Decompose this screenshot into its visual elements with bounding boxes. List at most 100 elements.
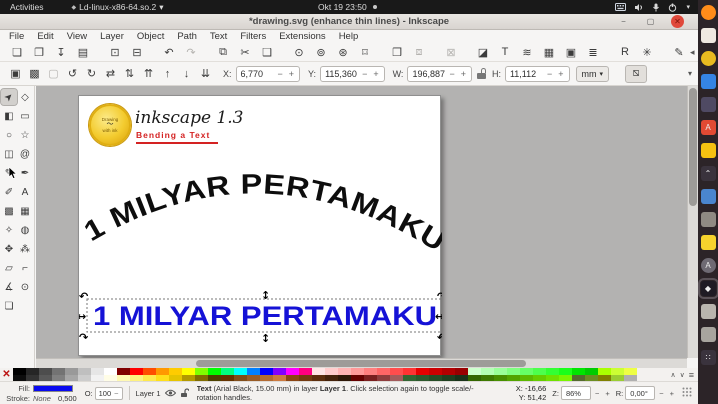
shape-builder-tool[interactable]: ◧ (1, 108, 17, 124)
zoom-drawing-icon[interactable]: ⊚ (310, 44, 332, 60)
scale-stroke-toggle[interactable]: ⧅ (625, 65, 647, 83)
w-increment-button[interactable]: + (458, 69, 469, 79)
menu-item[interactable]: Filters (240, 31, 266, 42)
system-tray[interactable]: ▾ (615, 3, 690, 12)
minimize-button[interactable]: − (617, 15, 630, 28)
rotate-handle-tl-icon[interactable]: ↶ (79, 290, 88, 303)
layers-dialog-icon[interactable]: ≣ (582, 44, 604, 60)
lower-to-bottom-icon[interactable]: ⇊ (196, 65, 215, 82)
rotate-ccw-icon[interactable]: ↺ (63, 65, 82, 82)
selector-tool[interactable]: ➤ (1, 89, 17, 105)
import-icon[interactable]: ↧ (50, 44, 72, 60)
dock-tools-icon[interactable] (701, 212, 716, 227)
new-document-icon[interactable]: ❏ (6, 44, 28, 60)
dock-app-grid-icon[interactable]: ∷ (701, 350, 716, 365)
vertical-scrollbar-thumb[interactable] (689, 88, 697, 206)
document-page[interactable]: Drawing 〜 with ink inkscape 1.3 Bending … (78, 95, 441, 356)
rotation-decrement-button[interactable]: − (657, 389, 665, 398)
lower-icon[interactable]: ↓ (177, 65, 196, 82)
flip-horizontal-icon[interactable]: ⇄ (101, 65, 120, 82)
pen-tool[interactable]: ✐ (1, 184, 17, 200)
zoom-increment-button[interactable]: + (603, 389, 611, 398)
stroke-value[interactable]: None (33, 394, 51, 403)
selection-frame-icon[interactable]: ⌑ (354, 44, 376, 60)
skew-handle-bottom-icon[interactable]: ↕ (261, 332, 270, 345)
menu-item[interactable]: Object (137, 31, 164, 42)
duplicate-icon[interactable]: ❒ (386, 44, 408, 60)
spiral-tool[interactable]: @ (17, 146, 33, 162)
vertical-scrollbar[interactable] (687, 86, 698, 358)
text-tool[interactable]: A (17, 184, 33, 200)
copy-icon[interactable]: ⧉ (212, 44, 234, 60)
opacity-field[interactable]: 100 − (95, 387, 123, 400)
menu-item[interactable]: Layer (100, 31, 124, 42)
layer-visibility-eye-icon[interactable] (165, 389, 176, 397)
zoom-field[interactable]: 86% (561, 386, 591, 400)
zoom-page-icon[interactable]: ⊛ (332, 44, 354, 60)
blue-text[interactable]: 1 MILYAR PERTAMAKU (93, 301, 437, 331)
dock-texteditor-icon[interactable] (701, 74, 716, 89)
dock-gimp-icon[interactable] (701, 97, 716, 112)
w-decrement-button[interactable]: − (446, 69, 457, 79)
opacity-decrement-button[interactable]: − (114, 389, 118, 398)
menu-item[interactable]: Extensions (279, 31, 325, 42)
menu-item[interactable]: View (67, 31, 87, 42)
resize-grip-icon[interactable] (682, 387, 692, 399)
paste-icon[interactable]: ❑ (256, 44, 278, 60)
dock-firefox-icon[interactable] (701, 5, 716, 20)
menu-item[interactable]: Edit (37, 31, 53, 42)
snap-icon[interactable]: ✳ (636, 44, 658, 60)
print-icon[interactable]: ▤ (72, 44, 94, 60)
align-dialog-icon[interactable]: ▣ (560, 44, 582, 60)
unit-selector[interactable]: mm ▾ (576, 66, 610, 82)
star-tool[interactable]: ☆ (17, 127, 33, 143)
lock-ratio-icon[interactable] (477, 68, 487, 79)
raise-icon[interactable]: ↑ (158, 65, 177, 82)
layer-name[interactable]: Layer 1 (136, 389, 161, 398)
maximize-button[interactable]: ▢ (644, 15, 657, 28)
dock-notes-icon[interactable] (701, 143, 716, 158)
x-field[interactable]: 6,770 − + (236, 66, 301, 82)
cut-icon[interactable]: ✂ (234, 44, 256, 60)
zoom-tool[interactable]: ⊙ (17, 279, 33, 295)
dock-inkscape-active-icon[interactable]: ◆ (701, 281, 716, 296)
clone-icon[interactable]: ⧈ (408, 44, 430, 60)
flip-vertical-icon[interactable]: ⇅ (120, 65, 139, 82)
rotation-field[interactable]: 0,00° (625, 386, 655, 400)
node-tool[interactable]: ◇ (17, 89, 33, 105)
rotate-handle-br-icon[interactable]: ↶ (437, 331, 442, 344)
dock-files-icon[interactable] (701, 28, 716, 43)
horizontal-scrollbar-thumb[interactable] (196, 360, 526, 367)
skew-handle-left-icon[interactable]: ↔ (79, 310, 86, 323)
redo-icon[interactable]: ↷ (180, 44, 202, 60)
skew-handle-top-icon[interactable]: ↕ (261, 289, 270, 302)
clock[interactable]: Okt 19 23:50 (318, 0, 377, 14)
fill-stroke-indicator[interactable]: Fill: Stroke: None 0,500 (4, 384, 77, 403)
select-all-layers-icon[interactable]: ▩ (25, 65, 44, 82)
dock-game-icon[interactable] (701, 235, 716, 250)
select-all-icon[interactable]: ▣ (6, 65, 25, 82)
deselect-icon[interactable]: ▢ (44, 65, 63, 82)
undo-icon[interactable]: ↶ (158, 44, 180, 60)
paint-bucket-tool[interactable]: ◍ (17, 222, 33, 238)
connector-tool[interactable]: ⌐ (17, 260, 33, 276)
window-title-bar[interactable]: *drawing.svg (enhance thin lines) - Inks… (0, 14, 698, 30)
y-increment-button[interactable]: + (370, 69, 381, 79)
spray-tool[interactable]: ⁂ (17, 241, 33, 257)
box-3d-tool[interactable]: ◫ (1, 146, 17, 162)
dock-window-icon-1[interactable] (701, 304, 716, 319)
no-color-swatch[interactable]: ✕ (0, 368, 13, 381)
w-field[interactable]: 196,887 − + (407, 66, 472, 82)
x-decrement-button[interactable]: − (275, 69, 286, 79)
y-decrement-button[interactable]: − (359, 69, 370, 79)
calligraphy-tool[interactable]: ✒ (17, 165, 33, 181)
fill-color-swatch[interactable] (33, 385, 73, 392)
swatches-dialog-icon[interactable]: ▦ (538, 44, 560, 60)
tweak-tool[interactable]: ✥ (1, 241, 17, 257)
app-menu[interactable]: ◆ Ld-linux-x86-64.so.2 ▾ (72, 2, 164, 13)
rotate-handle-tr-icon[interactable]: ↷ (437, 290, 442, 303)
embed-images-icon[interactable]: ⊡ (104, 44, 126, 60)
palette-scroll-down-icon[interactable]: ∨ (680, 371, 685, 379)
layer-unlock-icon[interactable] (180, 388, 189, 398)
palette-menu-icon[interactable]: ≡ (689, 370, 694, 380)
